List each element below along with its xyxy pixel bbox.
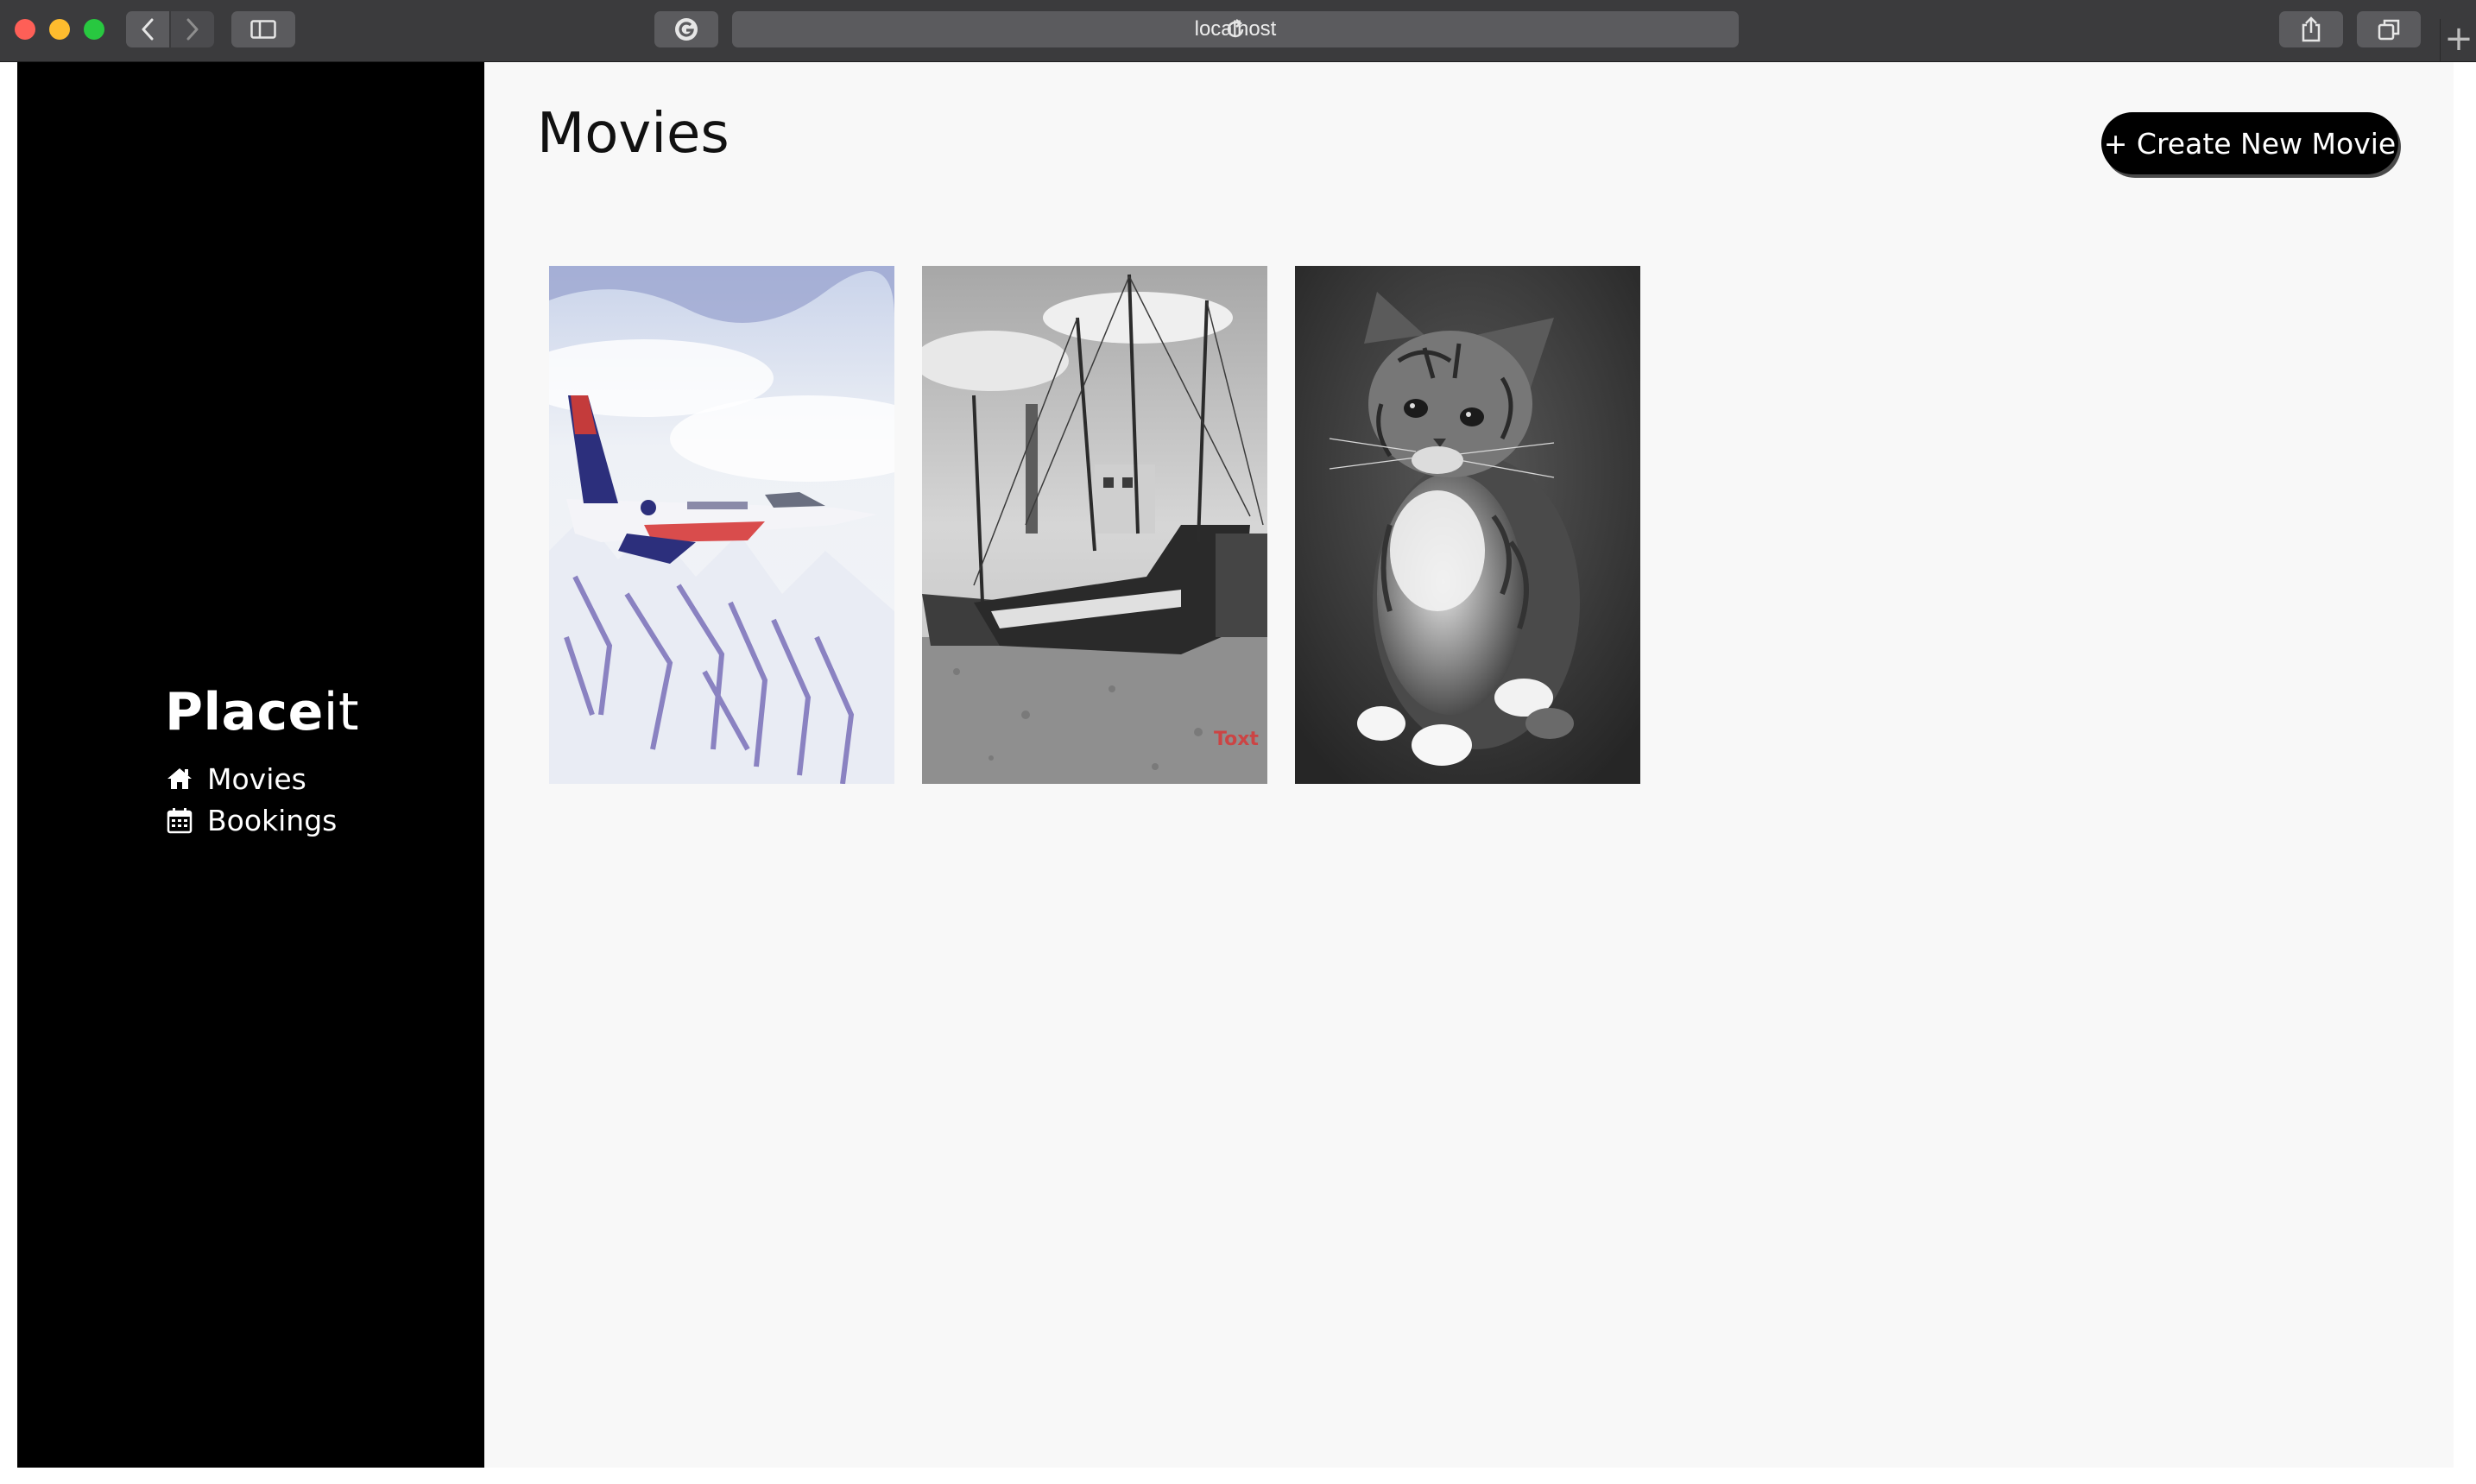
sidebar-toggle-button[interactable] [231, 11, 295, 47]
movie-poster-image [1295, 266, 1640, 784]
home-icon [166, 765, 193, 793]
create-new-movie-button[interactable]: + Create New Movie [2101, 112, 2398, 174]
show-tabs-button[interactable] [2357, 11, 2421, 47]
reload-icon[interactable] [1224, 18, 1247, 41]
new-tab-button[interactable]: + [2440, 19, 2476, 61]
browser-toolbar: localhost + [0, 0, 2476, 62]
zoom-window-button[interactable] [84, 19, 104, 40]
back-icon [142, 18, 154, 41]
brand-name-bold: Place [165, 682, 324, 742]
forward-button[interactable] [171, 11, 214, 47]
svg-text:Toxt: Toxt [1214, 729, 1259, 750]
sidebar-item-movies[interactable]: Movies [166, 758, 337, 799]
main-content: Movies + Create New Movie Toxt [484, 62, 2454, 1468]
calendar-icon [166, 806, 193, 834]
movie-card[interactable] [1295, 266, 1640, 784]
movie-poster-image [549, 266, 894, 784]
tabs-icon [2378, 19, 2400, 41]
brand-logo[interactable]: Placeit [165, 682, 359, 742]
page-title: Movies [537, 102, 730, 166]
sidebar-item-bookings[interactable]: Bookings [166, 799, 337, 841]
app-window: Placeit Movies Bookings Movies + Create … [17, 62, 2454, 1468]
movie-card[interactable] [549, 266, 894, 784]
minimize-window-button[interactable] [49, 19, 70, 40]
address-bar[interactable]: localhost [732, 11, 1739, 47]
close-window-button[interactable] [15, 19, 35, 40]
back-button[interactable] [126, 11, 169, 47]
movie-card[interactable]: Toxt [922, 266, 1267, 784]
brand-name-thin: it [323, 682, 359, 742]
sidebar-icon [250, 20, 276, 39]
extension-button[interactable] [654, 11, 718, 47]
sidebar-item-label: Movies [207, 761, 306, 796]
share-icon [2302, 16, 2321, 42]
extension-icon [675, 18, 698, 41]
forward-icon [186, 18, 199, 41]
sidebar-nav: Movies Bookings [166, 758, 337, 841]
movie-poster-image: Toxt [922, 266, 1267, 784]
share-button[interactable] [2279, 11, 2343, 47]
sidebar-item-label: Bookings [207, 803, 338, 837]
sidebar: Placeit Movies Bookings [17, 62, 484, 1468]
